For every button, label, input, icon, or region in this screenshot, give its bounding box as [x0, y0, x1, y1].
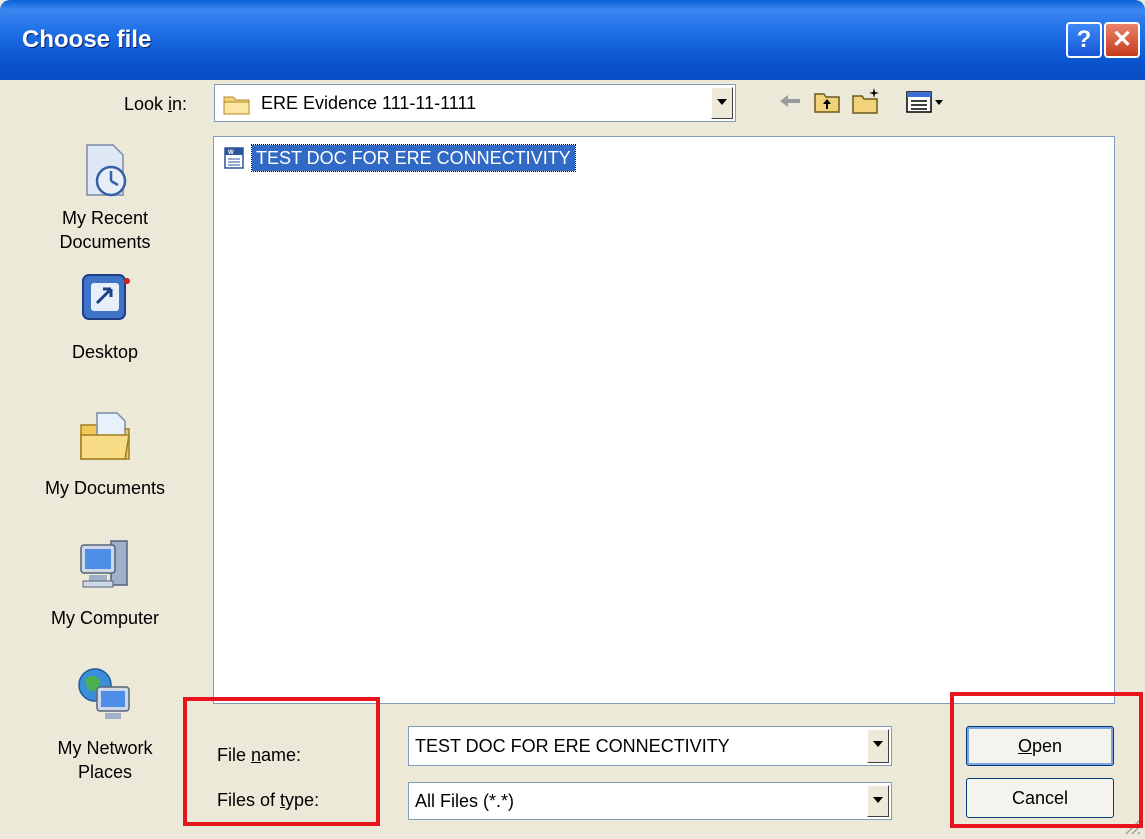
file-type-dropdown[interactable]: All Files (*.*)	[408, 782, 892, 820]
look-in-value: ERE Evidence 111-11-1111	[261, 93, 477, 113]
views-menu-icon[interactable]	[904, 86, 948, 116]
desktop-icon	[82, 274, 130, 320]
file-type-dropdown-arrow[interactable]	[867, 785, 889, 817]
file-name-dropdown-arrow[interactable]	[867, 729, 889, 763]
close-button[interactable]: ✕	[1104, 22, 1140, 58]
title-bar[interactable]: Choose file ? ✕	[0, 0, 1145, 80]
place-label: Desktop	[71, 342, 139, 362]
file-name-input[interactable]: TEST DOC FOR ERE CONNECTIVITY	[408, 726, 892, 766]
place-my-network-places[interactable]: My Network Places	[30, 665, 180, 784]
file-type-value: All Files (*.*)	[415, 791, 515, 811]
network-places-icon	[78, 668, 130, 719]
place-my-computer[interactable]: My Computer	[30, 535, 180, 630]
recent-documents-icon	[86, 144, 127, 197]
back-arrow-icon[interactable]	[776, 86, 806, 116]
place-my-recent-documents[interactable]: My Recent Documents	[30, 141, 180, 254]
place-label: Documents	[59, 232, 151, 252]
look-in-label: Look in:	[124, 94, 188, 114]
dialog-title: Choose file	[22, 26, 152, 53]
new-folder-icon[interactable]	[850, 86, 882, 116]
highlight-box-file-name	[183, 697, 380, 826]
place-label: Places	[77, 762, 133, 782]
file-name-value: TEST DOC FOR ERE CONNECTIVITY	[415, 736, 730, 756]
folder-icon	[223, 96, 250, 115]
up-folder-icon[interactable]	[812, 86, 842, 116]
svg-text:W: W	[228, 150, 234, 156]
choose-file-dialog: Choose file ? ✕ Look in: ERE Evidence 11…	[0, 0, 1145, 839]
highlight-box-open	[950, 692, 1143, 828]
file-item-name: TEST DOC FOR ERE CONNECTIVITY	[251, 144, 576, 172]
my-documents-icon	[80, 412, 130, 460]
place-label: My Computer	[50, 608, 160, 628]
look-in-dropdown-arrow[interactable]	[711, 87, 733, 119]
place-my-documents[interactable]: My Documents	[30, 405, 180, 500]
file-list[interactable]: W TEST DOC FOR ERE CONNECTIVITY	[213, 136, 1115, 704]
place-label: My Recent	[61, 208, 149, 228]
word-document-icon: W	[224, 147, 244, 169]
place-label: My Documents	[44, 478, 166, 498]
help-button[interactable]: ?	[1066, 22, 1102, 58]
look-in-dropdown[interactable]: ERE Evidence 111-11-1111	[214, 84, 736, 122]
place-desktop[interactable]: Desktop	[30, 269, 180, 364]
place-label: My Network	[57, 738, 153, 758]
places-bar: My Recent Documents Desktop My Documents	[30, 135, 180, 825]
my-computer-icon	[80, 540, 128, 588]
